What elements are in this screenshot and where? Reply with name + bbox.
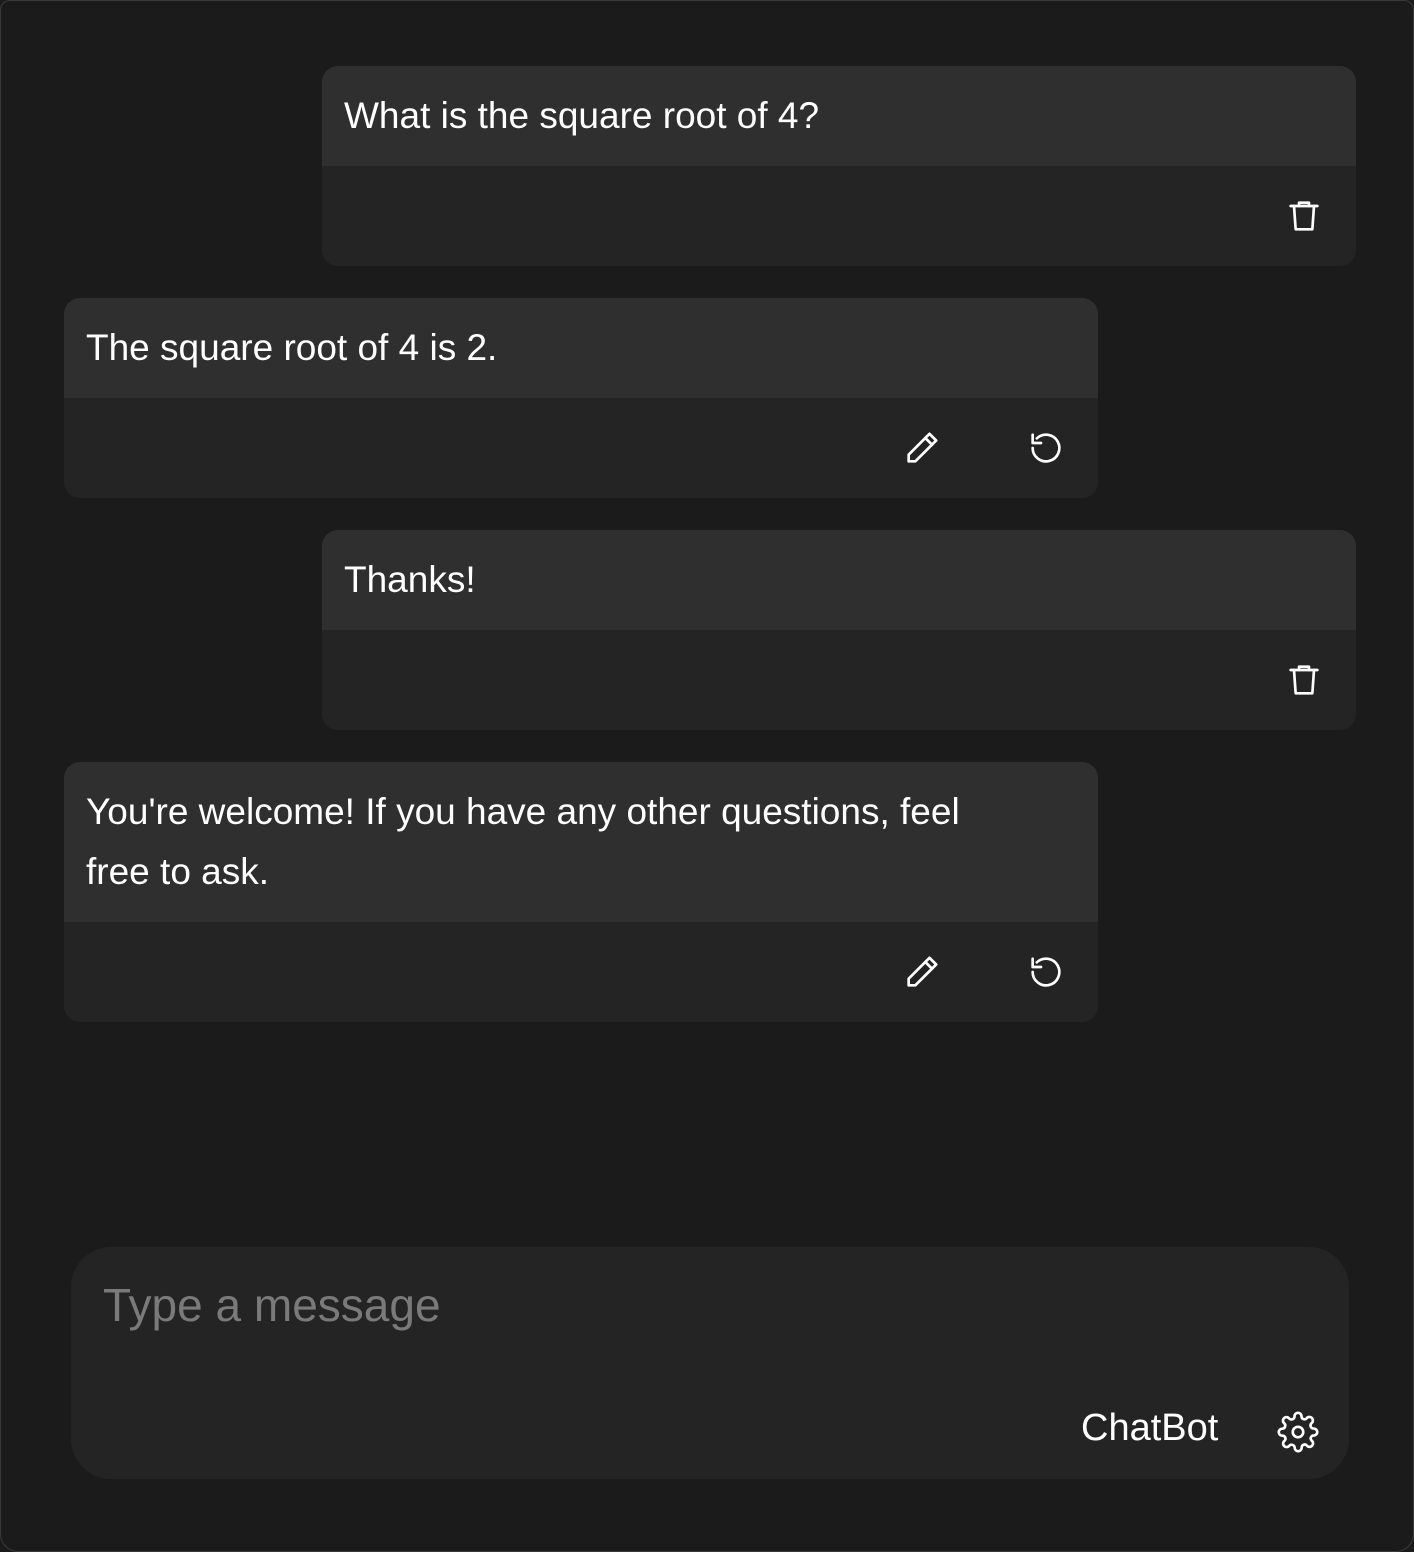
message-actions <box>64 922 1098 1022</box>
user-message: Thanks! <box>322 530 1356 730</box>
gear-icon[interactable] <box>1275 1409 1321 1455</box>
user-message: What is the square root of 4? <box>322 66 1356 266</box>
bot-message: The square root of 4 is 2. <box>64 298 1098 498</box>
refresh-icon[interactable] <box>1024 950 1068 994</box>
message-input[interactable] <box>101 1273 1305 1337</box>
message-text: The square root of 4 is 2. <box>64 298 1098 398</box>
pencil-icon[interactable] <box>900 950 944 994</box>
trash-icon[interactable] <box>1282 658 1326 702</box>
model-name[interactable]: ChatBot <box>1081 1407 1218 1450</box>
message-actions <box>322 166 1356 266</box>
message-text: You're welcome! If you have any other qu… <box>64 762 1098 922</box>
bot-message: You're welcome! If you have any other qu… <box>64 762 1098 1022</box>
message-actions <box>64 398 1098 498</box>
pencil-icon[interactable] <box>900 426 944 470</box>
trash-icon[interactable] <box>1282 194 1326 238</box>
message-composer: ChatBot <box>71 1247 1349 1479</box>
message-text: What is the square root of 4? <box>322 66 1356 166</box>
chat-window: What is the square root of 4? The square… <box>0 0 1414 1552</box>
message-actions <box>322 630 1356 730</box>
message-text: Thanks! <box>322 530 1356 630</box>
refresh-icon[interactable] <box>1024 426 1068 470</box>
